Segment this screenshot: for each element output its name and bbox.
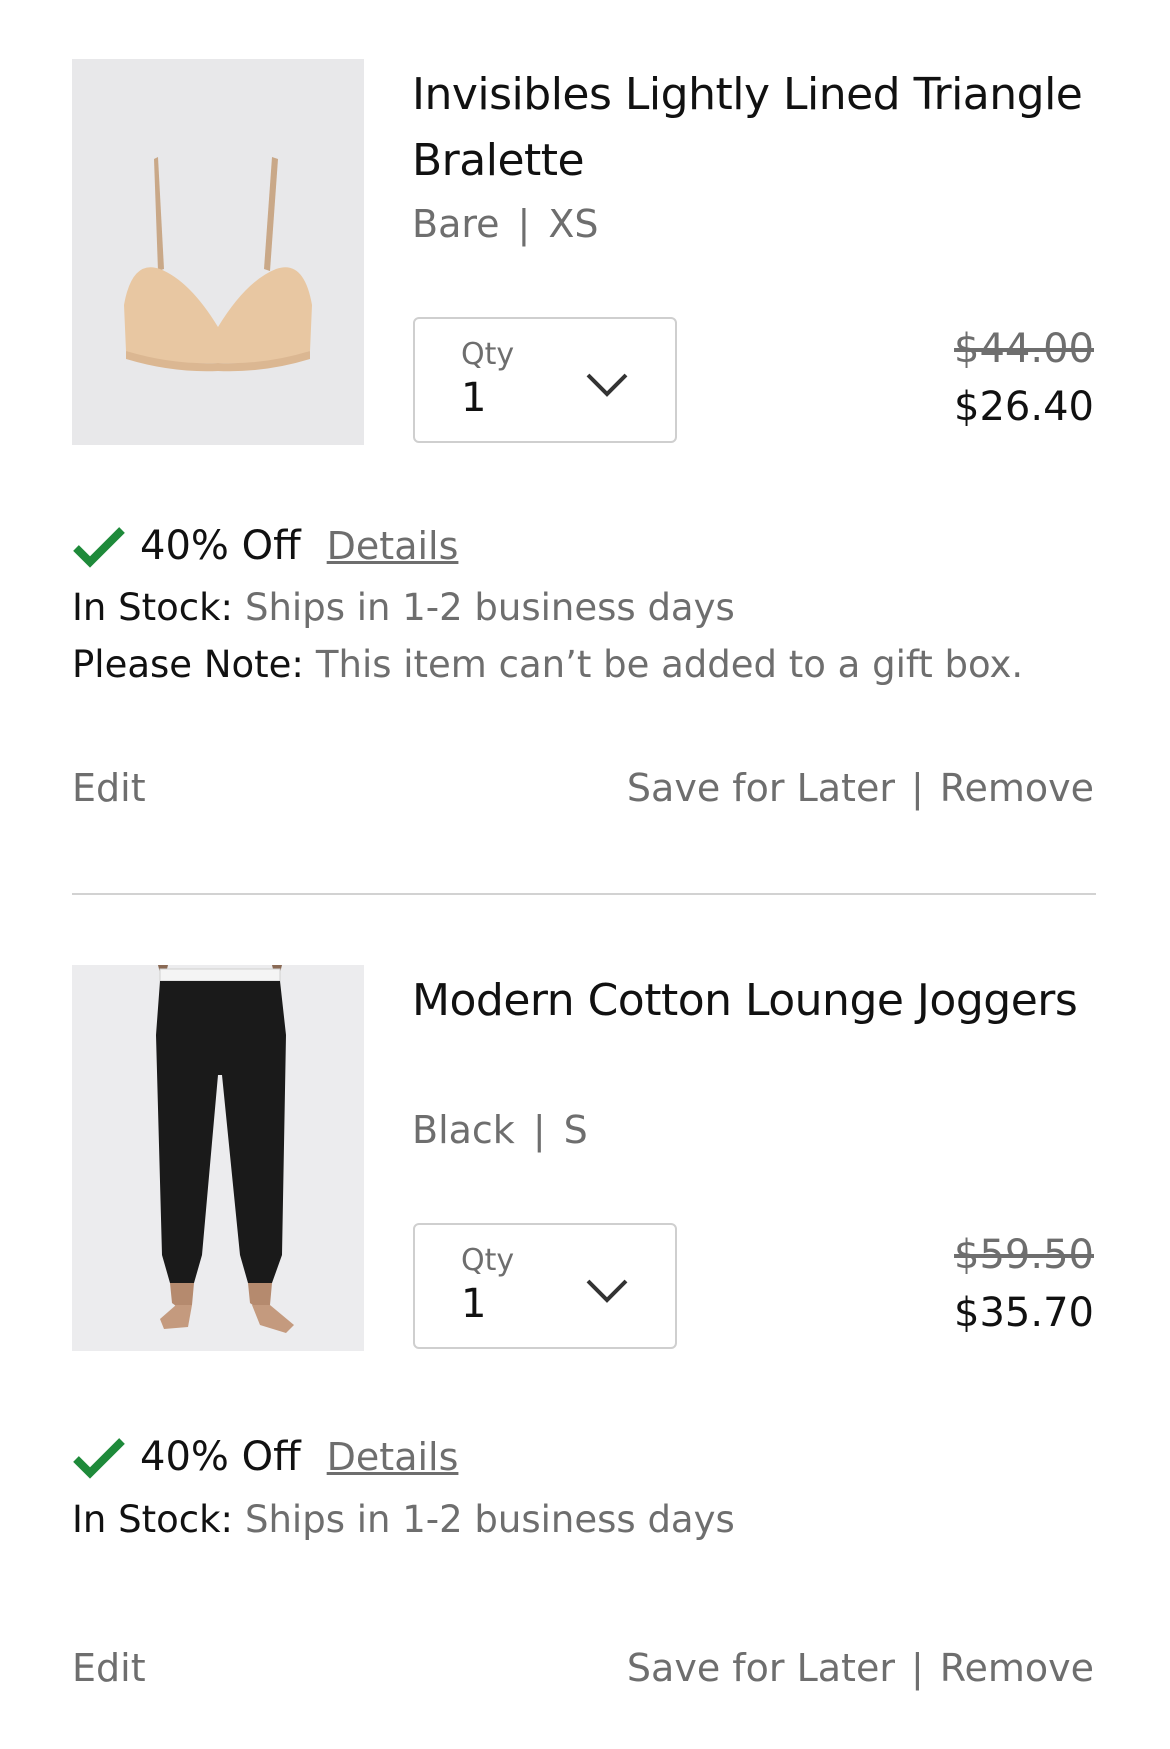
save-for-later-button[interactable]: Save for Later — [627, 1646, 895, 1690]
stock-label: In Stock: — [72, 586, 233, 629]
product-variant: Bare | XS — [412, 198, 599, 250]
item-actions-right: Save for Later | Remove — [627, 1646, 1094, 1690]
stock-value: Ships in 1-2 business days — [245, 1498, 735, 1541]
variant-separator: | — [517, 202, 531, 246]
product-title[interactable]: Modern Cotton Lounge Joggers — [412, 968, 1112, 1034]
qty-label: Qty — [461, 337, 515, 372]
promo-details-link[interactable]: Details — [327, 1435, 459, 1479]
stock-status: In Stock: Ships in 1-2 business days — [72, 582, 735, 634]
edit-button[interactable]: Edit — [72, 1646, 146, 1690]
edit-button[interactable]: Edit — [72, 766, 146, 810]
gift-note: Please Note: This item can’t be added to … — [72, 639, 1023, 691]
product-image-bralette[interactable] — [72, 59, 364, 445]
chevron-down-icon — [586, 373, 628, 397]
promo-text: 40% Off — [140, 523, 301, 569]
action-separator: | — [910, 1646, 924, 1690]
save-for-later-button[interactable]: Save for Later — [627, 766, 895, 810]
variant-color: Bare — [412, 202, 500, 246]
promo-details-link[interactable]: Details — [327, 524, 459, 568]
promo-row: 40% Off Details — [72, 1431, 458, 1483]
note-label: Please Note: — [72, 643, 304, 686]
variant-size: XS — [548, 202, 599, 246]
product-variant: Black | S — [412, 1104, 588, 1156]
product-title[interactable]: Invisibles Lightly Lined Triangle Bralet… — [412, 62, 1112, 194]
original-price: $59.50 — [954, 1232, 1094, 1278]
variant-size: S — [563, 1108, 588, 1152]
stock-label: In Stock: — [72, 1498, 233, 1541]
sale-price: $35.70 — [954, 1290, 1094, 1336]
stock-status: In Stock: Ships in 1-2 business days — [72, 1494, 735, 1546]
action-separator: | — [910, 766, 924, 810]
chevron-down-icon — [586, 1279, 628, 1303]
item-actions-right: Save for Later | Remove — [627, 766, 1094, 810]
note-value: This item can’t be added to a gift box. — [315, 643, 1024, 686]
quantity-select[interactable]: Qty 1 — [413, 317, 677, 443]
joggers-image — [72, 965, 364, 1351]
qty-value: 1 — [461, 1281, 487, 1327]
item-actions: Edit Save for Later | Remove — [72, 1646, 1094, 1698]
stock-value: Ships in 1-2 business days — [245, 586, 735, 629]
promo-text: 40% Off — [140, 1434, 301, 1480]
promo-row: 40% Off Details — [72, 520, 458, 572]
quantity-select[interactable]: Qty 1 — [413, 1223, 677, 1349]
check-icon — [73, 1438, 125, 1479]
remove-button[interactable]: Remove — [940, 766, 1094, 810]
original-price: $44.00 — [954, 326, 1094, 372]
variant-separator: | — [532, 1108, 546, 1152]
remove-button[interactable]: Remove — [940, 1646, 1094, 1690]
bralette-image — [72, 59, 364, 445]
qty-label: Qty — [461, 1243, 515, 1278]
item-divider — [72, 893, 1096, 895]
product-image-joggers[interactable] — [72, 965, 364, 1351]
sale-price: $26.40 — [954, 384, 1094, 430]
variant-color: Black — [412, 1108, 515, 1152]
qty-value: 1 — [461, 375, 487, 421]
item-actions: Edit Save for Later | Remove — [72, 766, 1094, 818]
check-icon — [73, 527, 125, 568]
